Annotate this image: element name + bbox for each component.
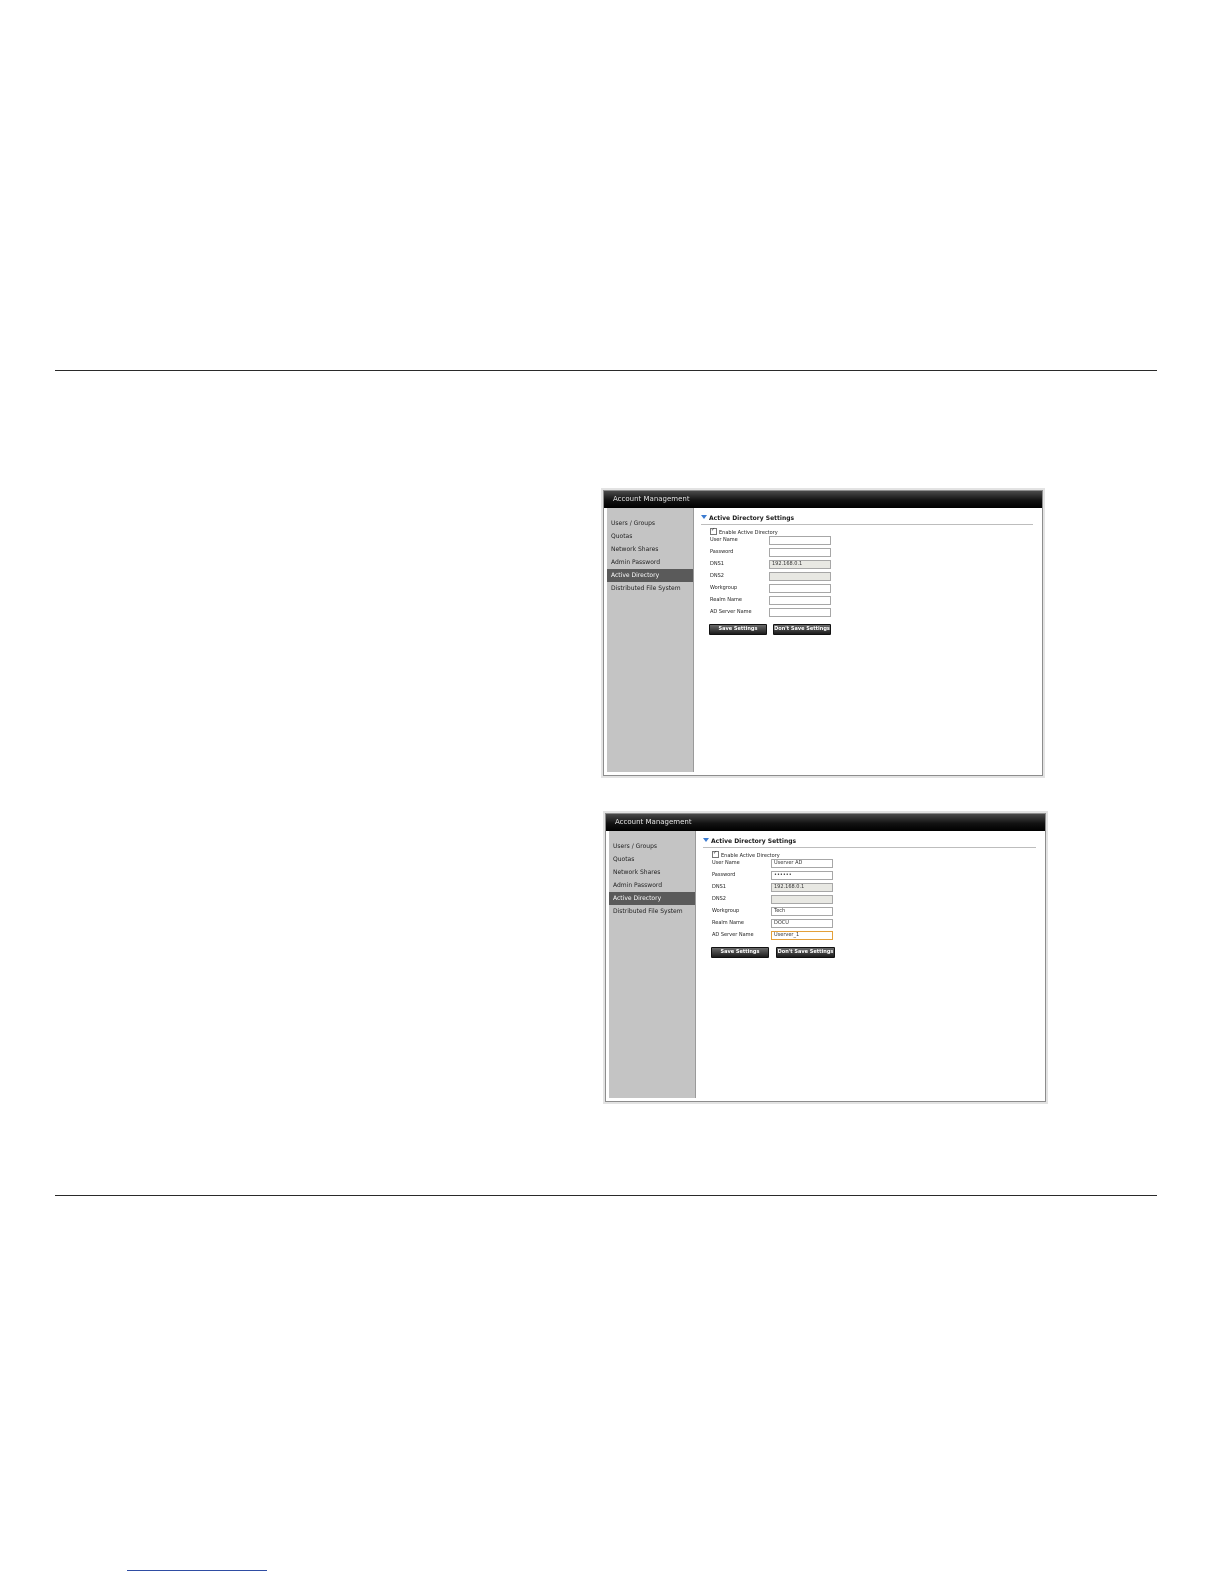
sidebar-item-quotas[interactable]: Quotas [609, 853, 695, 866]
workgroup-input[interactable]: Tech [771, 907, 833, 916]
password-label: Password [710, 549, 734, 555]
password-input[interactable]: •••••• [771, 871, 833, 880]
sidebar-item-users-groups[interactable]: Users / Groups [607, 517, 693, 530]
password-input[interactable] [769, 548, 831, 557]
dns1-label: DNS1 [710, 561, 724, 567]
enable-ad-row: Enable Active Directory [710, 527, 778, 537]
section-header[interactable]: Active Directory Settings [701, 514, 1033, 525]
enable-ad-row: Enable Active Directory [712, 850, 780, 860]
window-title: Account Management [604, 491, 1042, 508]
realm-name-label: Realm Name [712, 920, 744, 926]
ad-server-name-label: AD Server Name [710, 609, 752, 615]
workgroup-label: Workgroup [712, 908, 740, 914]
ad-server-name-input[interactable]: Userver_1 [771, 931, 833, 940]
dns1-label: DNS1 [712, 884, 726, 890]
dns2-label: DNS2 [712, 896, 726, 902]
account-management-window-2: Account Management Users / Groups Quotas… [605, 813, 1046, 1102]
sidebar-item-distributed-file-system[interactable]: Distributed File System [609, 905, 695, 918]
top-divider [55, 370, 1157, 371]
section-header[interactable]: Active Directory Settings [703, 837, 1036, 848]
sidebar-item-active-directory[interactable]: Active Directory [609, 892, 695, 905]
sidebar: Users / Groups Quotas Network Shares Adm… [607, 508, 694, 772]
section-title: Active Directory Settings [709, 515, 795, 522]
bottom-divider [55, 1195, 1157, 1196]
content-area: Active Directory Settings Enable Active … [695, 508, 1039, 772]
password-label: Password [712, 872, 736, 878]
ad-server-name-label: AD Server Name [712, 932, 754, 938]
dns2-label: DNS2 [710, 573, 724, 579]
sidebar-item-admin-password[interactable]: Admin Password [607, 556, 693, 569]
sidebar-item-network-shares[interactable]: Network Shares [607, 543, 693, 556]
dns1-input[interactable]: 192.168.0.1 [771, 883, 833, 892]
user-name-input[interactable]: Userver AD [771, 859, 833, 868]
collapse-triangle-icon [701, 515, 707, 519]
ad-server-name-input[interactable] [769, 608, 831, 617]
window-title: Account Management [606, 814, 1045, 831]
collapse-triangle-icon [703, 838, 709, 842]
dns2-input[interactable] [769, 572, 831, 581]
workgroup-input[interactable] [769, 584, 831, 593]
sidebar-item-admin-password[interactable]: Admin Password [609, 879, 695, 892]
user-name-label: User Name [710, 537, 738, 543]
sidebar-item-users-groups[interactable]: Users / Groups [609, 840, 695, 853]
realm-name-input[interactable]: DOCU [771, 919, 833, 928]
sidebar-item-active-directory[interactable]: Active Directory [607, 569, 693, 582]
footer-link-underline[interactable] [127, 1570, 267, 1571]
workgroup-label: Workgroup [710, 585, 738, 591]
save-settings-button[interactable]: Save Settings [711, 947, 769, 958]
save-settings-button[interactable]: Save Settings [709, 624, 767, 635]
enable-ad-checkbox[interactable] [710, 527, 717, 535]
sidebar-item-quotas[interactable]: Quotas [607, 530, 693, 543]
account-management-window-1: Account Management Users / Groups Quotas… [603, 490, 1043, 776]
realm-name-label: Realm Name [710, 597, 742, 603]
sidebar-item-network-shares[interactable]: Network Shares [609, 866, 695, 879]
section-title: Active Directory Settings [711, 838, 797, 845]
realm-name-input[interactable] [769, 596, 831, 605]
dont-save-settings-button[interactable]: Don't Save Settings [776, 947, 835, 958]
user-name-label: User Name [712, 860, 740, 866]
dns2-input[interactable] [771, 895, 833, 904]
sidebar-item-distributed-file-system[interactable]: Distributed File System [607, 582, 693, 595]
dns1-input[interactable]: 192.168.0.1 [769, 560, 831, 569]
sidebar: Users / Groups Quotas Network Shares Adm… [609, 831, 696, 1098]
dont-save-settings-button[interactable]: Don't Save Settings [773, 624, 831, 635]
enable-ad-checkbox[interactable] [712, 850, 719, 858]
user-name-input[interactable] [769, 536, 831, 545]
content-area: Active Directory Settings Enable Active … [697, 831, 1042, 1098]
